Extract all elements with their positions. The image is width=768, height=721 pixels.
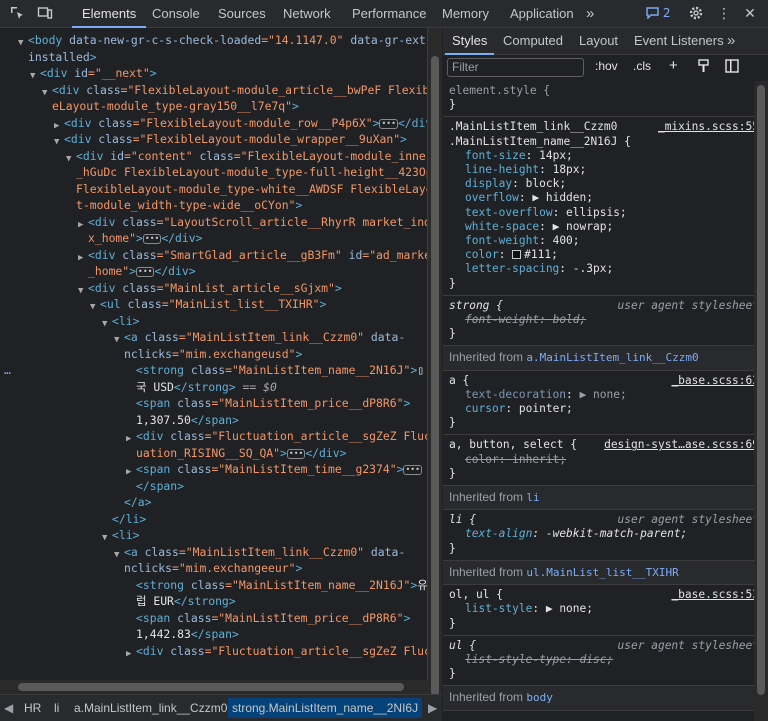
css-property[interactable]: line-height: 18px;: [449, 163, 761, 177]
rule-source-link[interactable]: _base.scss:53: [671, 588, 759, 602]
inherited-link[interactable]: ul.MainList_list__TXIHR: [526, 566, 678, 579]
rule-source-ua: user agent stylesheet: [617, 513, 759, 527]
tab-performance[interactable]: Performance: [352, 0, 426, 28]
new-rule-icon[interactable]: +: [669, 57, 678, 74]
sidebar-tabs: Styles Computed Layout Event Listeners »: [443, 28, 768, 55]
css-property[interactable]: white-space: ▶ nowrap;: [449, 220, 761, 234]
tab-application[interactable]: Application: [510, 0, 574, 28]
tab-layout[interactable]: Layout: [579, 28, 618, 55]
css-property[interactable]: text-overflow: ellipsis;: [449, 206, 761, 220]
scrollbar-thumb[interactable]: [431, 56, 439, 696]
inherited-header: Inherited from a.MainListItem_link__Czzm…: [443, 346, 761, 371]
css-property[interactable]: letter-spacing: -.3px;: [449, 262, 761, 276]
css-property[interactable]: font-size: 14px;: [449, 149, 761, 163]
dom-tree-vertical-scrollbar[interactable]: [428, 28, 442, 696]
devtools-toolbar: Elements Console Sources Network Perform…: [0, 0, 768, 28]
issues-count: 2: [662, 6, 671, 20]
rule-source-link[interactable]: _mixins.scss:55: [658, 120, 759, 134]
tab-elements[interactable]: Elements: [72, 0, 147, 28]
inherited-link[interactable]: body: [526, 691, 553, 704]
more-tabs-icon[interactable]: »: [727, 28, 735, 55]
css-property-overridden[interactable]: color: inherit;: [449, 453, 761, 467]
rule-strong-ua: strong { user agent stylesheet font-weig…: [443, 296, 761, 347]
css-property-inactive[interactable]: text-decoration: ▶ none;: [449, 388, 761, 402]
inherited-header: Inherited from li: [443, 486, 761, 511]
more-tabs-icon[interactable]: »: [586, 0, 594, 28]
tab-sources[interactable]: Sources: [218, 0, 266, 28]
rule-source-link[interactable]: design-syst…ase.scss:69: [604, 438, 759, 452]
rule-ul-ua: ul { user agent stylesheet list-style-ty…: [443, 636, 761, 687]
breadcrumb-left-arrow-icon[interactable]: ◀: [4, 701, 13, 715]
css-property-overridden[interactable]: font-weight: bold;: [449, 313, 761, 327]
styles-filter-input[interactable]: Filter: [447, 58, 584, 77]
color-swatch[interactable]: [512, 250, 522, 260]
collapsed-ellipsis[interactable]: •••: [403, 465, 422, 475]
rule-selector[interactable]: .MainListItem_name__2N16J {: [449, 135, 761, 149]
tab-computed[interactable]: Computed: [503, 28, 563, 55]
rule-mainlistitem: .MainListItem_link__Czzm0 _mixins.scss:5…: [443, 117, 761, 296]
tab-network[interactable]: Network: [283, 0, 331, 28]
tab-memory[interactable]: Memory: [442, 0, 489, 28]
kebab-menu-icon[interactable]: ⋮: [715, 5, 733, 23]
css-property-color[interactable]: color: #111;: [449, 248, 761, 262]
styles-vertical-scrollbar[interactable]: [754, 81, 768, 721]
inherited-header: Inherited from body: [443, 686, 761, 711]
inspect-icon[interactable]: [8, 5, 26, 23]
issues-button[interactable]: 2: [646, 6, 670, 20]
collapsed-ellipsis[interactable]: •••: [142, 234, 162, 244]
css-property[interactable]: cursor: pointer;: [449, 402, 761, 416]
styles-sidebar: Styles Computed Layout Event Listeners »…: [443, 28, 768, 721]
breadcrumb: ◀ HR li a.MainListItem_link__Czzm0 stron…: [0, 694, 442, 721]
css-property[interactable]: display: block;: [449, 177, 761, 191]
scrollbar-thumb[interactable]: [757, 85, 765, 695]
inherited-link[interactable]: li: [526, 491, 539, 504]
dom-tree-panel: ▼ <body data-new-gr-c-s-check-loaded="14.…: [0, 28, 428, 694]
rule-source-ua: user agent stylesheet: [617, 638, 759, 652]
breadcrumb-item-hr[interactable]: HR: [24, 701, 41, 715]
css-property[interactable]: font-weight: 400;: [449, 234, 761, 248]
collapsed-ellipsis[interactable]: •••: [136, 267, 155, 277]
css-property[interactable]: list-style: ▶ none;: [449, 602, 761, 616]
gear-icon[interactable]: [687, 5, 705, 23]
css-property[interactable]: text-align: -webkit-match-parent;: [449, 527, 761, 541]
inherited-link[interactable]: a.MainListItem_link__Czzm0: [526, 351, 698, 364]
tab-event-listeners[interactable]: Event Listeners: [634, 28, 724, 55]
scrollbar-thumb[interactable]: [18, 683, 404, 691]
rule-source-link[interactable]: _base.scss:63: [671, 374, 759, 388]
css-property[interactable]: overflow: ▶ hidden;: [449, 191, 761, 205]
rule-li-ua: li { user agent stylesheet text-align: -…: [443, 510, 761, 561]
paint-brush-icon[interactable]: [697, 59, 710, 76]
collapsed-ellipsis[interactable]: •••: [379, 118, 398, 129]
rule-a-button-select: a, button, select { design-syst…ase.scss…: [443, 435, 761, 487]
dom-tree-horizontal-scrollbar[interactable]: [0, 680, 428, 694]
sidebar-toggle-icon[interactable]: [725, 59, 739, 76]
element-style-rule[interactable]: element.style { }: [443, 81, 761, 118]
collapsed-ellipsis[interactable]: •••: [286, 448, 306, 459]
breadcrumb-item-strong[interactable]: strong.MainListItem_name__2NI6J: [228, 698, 423, 718]
tab-console[interactable]: Console: [152, 0, 200, 28]
cls-toggle[interactable]: .cls: [633, 59, 651, 73]
css-property-overridden[interactable]: list-style-type: disc;: [449, 653, 761, 667]
issues-icon: [646, 7, 659, 20]
breadcrumb-right-arrow-icon[interactable]: ▶: [428, 701, 437, 715]
breadcrumb-item-li[interactable]: li: [54, 701, 59, 715]
hov-toggle[interactable]: :hov: [595, 59, 618, 73]
inherited-header: Inherited from ul.MainList_list__TXIHR: [443, 560, 761, 586]
rule-a-base: a { _base.scss:63 text-decoration: ▶ non…: [443, 371, 761, 436]
close-icon[interactable]: ✕: [741, 5, 759, 23]
devtools-window: Elements Console Sources Network Perform…: [0, 0, 768, 721]
breadcrumb-item-a[interactable]: a.MainListItem_link__Czzm0: [74, 701, 227, 715]
rule-ol-ul: ol, ul { _base.scss:53 list-style: ▶ non…: [443, 585, 761, 636]
tab-styles[interactable]: Styles: [445, 28, 495, 55]
device-toggle-icon[interactable]: [36, 5, 54, 23]
rule-source-ua: user agent stylesheet: [617, 298, 759, 312]
styles-rules-list: element.style { } .MainListItem_link__Cz…: [443, 81, 761, 721]
